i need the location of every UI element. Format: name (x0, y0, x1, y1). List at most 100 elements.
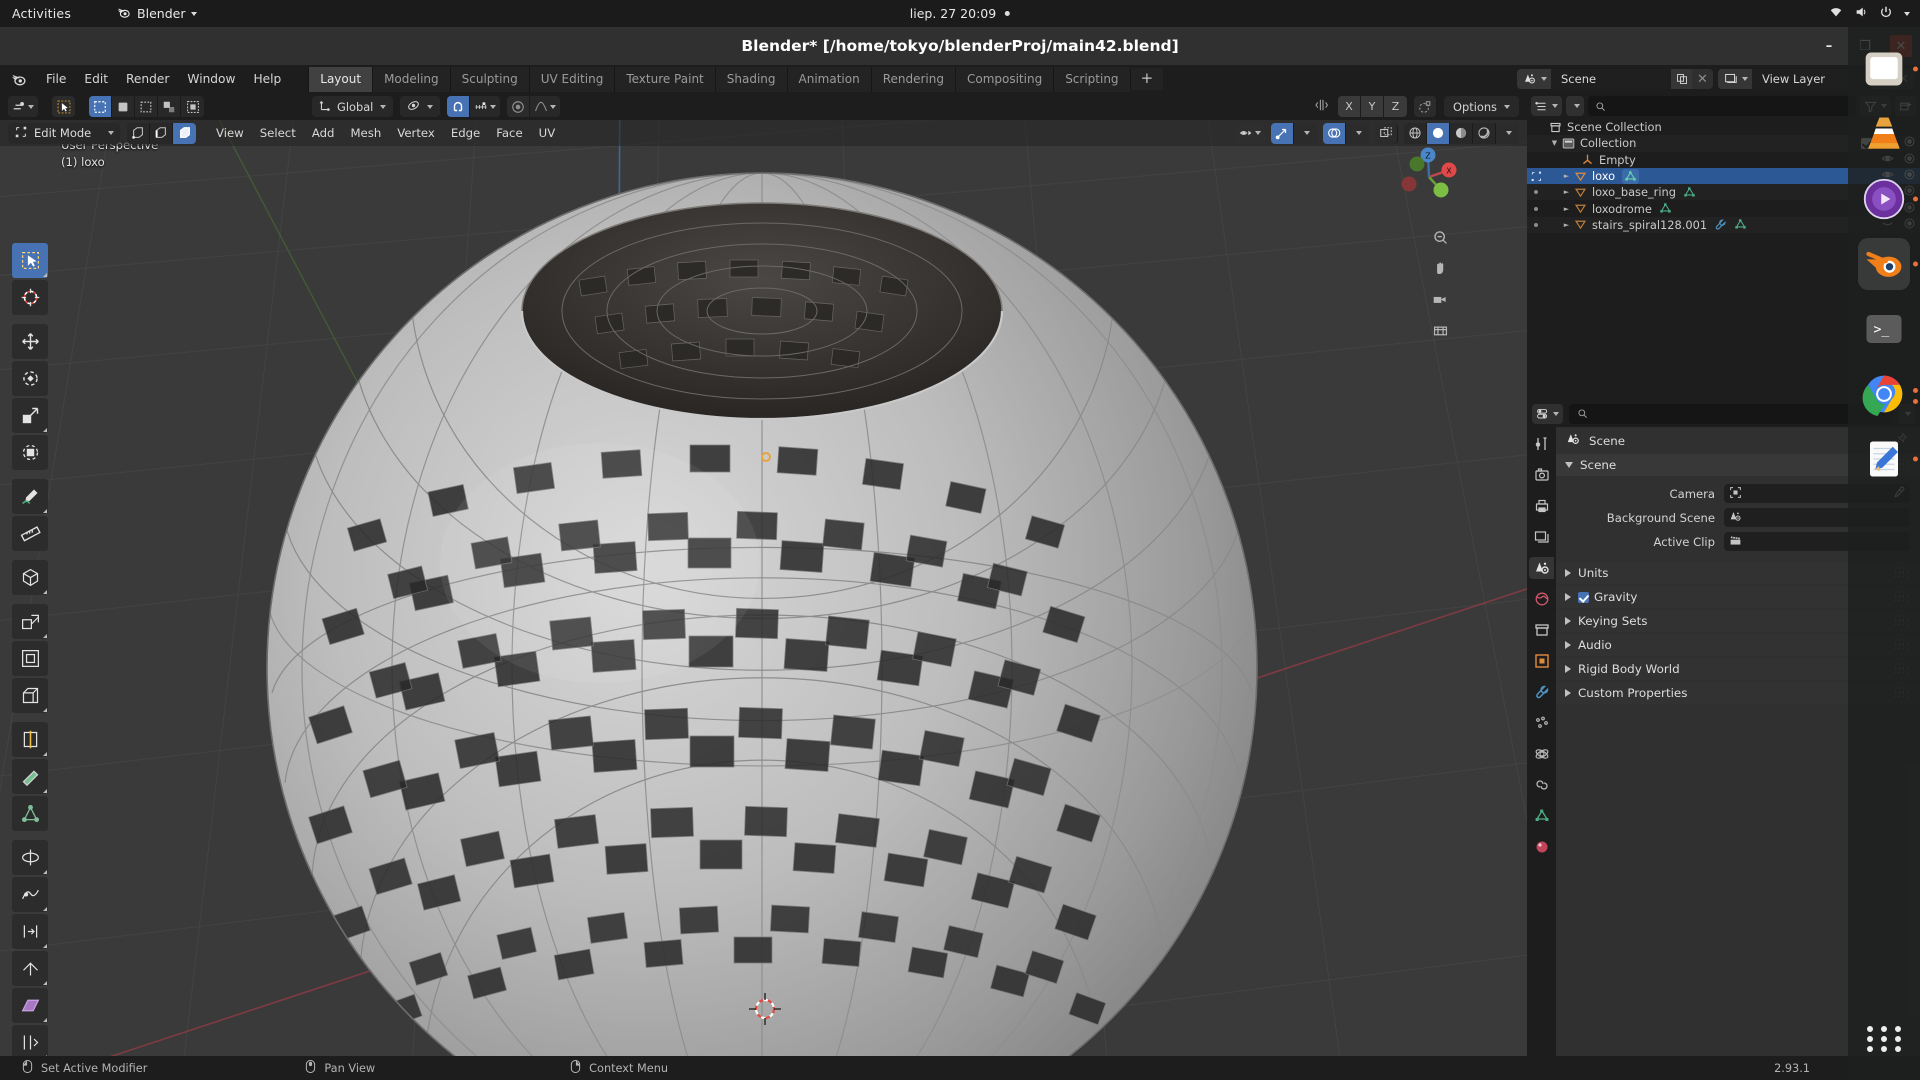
gizmo-icon[interactable] (1271, 123, 1294, 144)
scene-selector[interactable]: Scene ✕ (1517, 69, 1713, 89)
properties-tab-physics[interactable] (1529, 743, 1554, 765)
menu-window[interactable]: Window (178, 69, 244, 89)
menu-file[interactable]: File (37, 69, 75, 89)
viewport-menu-face[interactable]: Face (488, 123, 530, 143)
view-layer-browse-button[interactable] (1718, 69, 1752, 89)
menu-help[interactable]: Help (244, 69, 290, 89)
transform-orientation-selector[interactable]: Global (312, 96, 393, 117)
tool-shear[interactable] (12, 988, 48, 1023)
properties-tab-particles[interactable] (1529, 712, 1554, 734)
viewport-menu-select[interactable]: Select (252, 123, 304, 143)
properties-tab-object[interactable] (1529, 650, 1554, 672)
workspace-tab-compositing[interactable]: Compositing (955, 67, 1053, 92)
blender-logo-icon[interactable] (10, 71, 27, 88)
workspace-tab-rendering[interactable]: Rendering (871, 67, 955, 92)
snap-increment-icon[interactable] (470, 96, 500, 117)
edge-select-icon[interactable] (150, 123, 173, 144)
disclosure-triangle-right-icon[interactable]: ► (1561, 221, 1572, 229)
add-workspace-button[interactable]: + (1130, 68, 1164, 90)
ortho-toggle-icon[interactable] (1432, 322, 1449, 343)
minimize-button[interactable]: – (1818, 35, 1840, 57)
tool-add-cube[interactable] (12, 560, 48, 595)
workspace-tab-scripting[interactable]: Scripting (1053, 67, 1129, 92)
mesh-data-icon[interactable] (1659, 202, 1672, 215)
mirror-axis-y[interactable]: Y (1361, 96, 1384, 117)
select-new-icon[interactable] (181, 96, 204, 117)
viewport-menu-mesh[interactable]: Mesh (342, 123, 389, 143)
tool-edge-slide[interactable] (12, 914, 48, 949)
menu-render[interactable]: Render (117, 69, 178, 89)
properties-tab-view-layer[interactable] (1529, 526, 1554, 548)
show-applications-icon[interactable] (1865, 1020, 1903, 1058)
viewport-canvas[interactable]: User Perspective (1) loxo (0, 93, 1527, 1056)
unlink-scene-button[interactable]: ✕ (1692, 69, 1713, 89)
viewport-menu-add[interactable]: Add (304, 123, 343, 143)
workspace-tab-uv-editing[interactable]: UV Editing (529, 67, 615, 92)
tool-move[interactable] (12, 324, 48, 359)
viewport-menu-edge[interactable]: Edge (443, 123, 488, 143)
tool-rip-region[interactable] (12, 1025, 48, 1056)
workspace-tab-texture-paint[interactable]: Texture Paint (614, 67, 714, 92)
viewport-navigation-gizmo[interactable]: X Z (1391, 139, 1467, 215)
disclosure-triangle-right-icon[interactable]: ► (1561, 172, 1572, 180)
properties-tab-data[interactable] (1529, 805, 1554, 827)
face-select-icon[interactable] (173, 123, 196, 144)
gnome-clock[interactable]: liep. 27 20:09 (910, 6, 1010, 21)
shading-dropdown[interactable] (1496, 123, 1519, 144)
scene-browse-button[interactable] (1517, 69, 1551, 89)
camera-view-icon[interactable] (1432, 291, 1449, 312)
dock-item-files[interactable] (1858, 43, 1910, 95)
gizmo-dropdown[interactable] (1294, 123, 1317, 144)
tool-inset-faces[interactable] (12, 641, 48, 676)
dock-item-blender[interactable] (1858, 238, 1910, 290)
menu-edit[interactable]: Edit (75, 69, 117, 89)
pan-hand-icon[interactable] (1432, 260, 1449, 281)
activities-button[interactable]: Activities (12, 6, 71, 21)
mirror-axis-x[interactable]: X (1338, 96, 1361, 117)
tool-shrink-fatten[interactable] (12, 951, 48, 986)
tweak-tool-icon[interactable] (52, 96, 75, 117)
gnome-system-tray[interactable] (1829, 5, 1910, 22)
tool-smooth[interactable] (12, 877, 48, 912)
properties-tab-collection[interactable] (1529, 619, 1554, 641)
workspace-tab-modeling[interactable]: Modeling (372, 67, 450, 92)
outliner-display-mode-button[interactable] (1566, 96, 1584, 116)
outliner-search-input[interactable] (1588, 96, 1856, 116)
workspace-tab-sculpting[interactable]: Sculpting (450, 67, 529, 92)
workspace-tab-animation[interactable]: Animation (787, 67, 871, 92)
tool-bevel[interactable] (12, 678, 48, 713)
mesh-data-icon[interactable] (1622, 169, 1639, 184)
tool-transform[interactable] (12, 435, 48, 470)
tool-poly-build[interactable] (12, 796, 48, 831)
tool-rotate[interactable] (12, 361, 48, 396)
properties-tab-constraints[interactable] (1529, 774, 1554, 796)
properties-tab-tool[interactable] (1529, 433, 1554, 455)
rendered-icon[interactable] (1473, 123, 1496, 144)
viewport-menu-view[interactable]: View (208, 123, 252, 143)
overlays-icon[interactable] (1323, 123, 1346, 144)
tool-cursor[interactable] (12, 280, 48, 315)
properties-tab-material[interactable] (1529, 836, 1554, 858)
visibility-icon[interactable] (1235, 123, 1265, 144)
dock-item-text-editor[interactable] (1858, 433, 1910, 485)
properties-tab-output[interactable] (1529, 495, 1554, 517)
viewport-options-button[interactable]: Options (1444, 96, 1519, 117)
disclosure-triangle-right-icon[interactable]: ► (1561, 188, 1572, 196)
interaction-mode-selector[interactable]: Edit Mode (8, 123, 120, 144)
select-circle-icon[interactable] (112, 96, 135, 117)
select-extend-icon[interactable] (158, 96, 181, 117)
properties-search-input[interactable] (1569, 404, 1893, 424)
overlays-dropdown[interactable] (1346, 123, 1369, 144)
mirror-axis-z[interactable]: Z (1384, 96, 1407, 117)
falloff-curve-icon[interactable] (530, 96, 560, 117)
magnet-icon[interactable] (447, 96, 470, 117)
new-scene-button[interactable] (1671, 69, 1692, 89)
viewport-menu-uv[interactable]: UV (531, 123, 564, 143)
disclosure-triangle-down-icon[interactable]: ▼ (1549, 139, 1560, 147)
scene-name-field[interactable]: Scene (1551, 69, 1671, 89)
tool-tweak[interactable] (12, 243, 48, 278)
workspace-tab-layout[interactable]: Layout (308, 67, 372, 92)
dock-item-terminal[interactable]: >_ (1858, 303, 1910, 355)
editor-type-selector[interactable] (8, 96, 38, 117)
viewport-menu-vertex[interactable]: Vertex (389, 123, 443, 143)
